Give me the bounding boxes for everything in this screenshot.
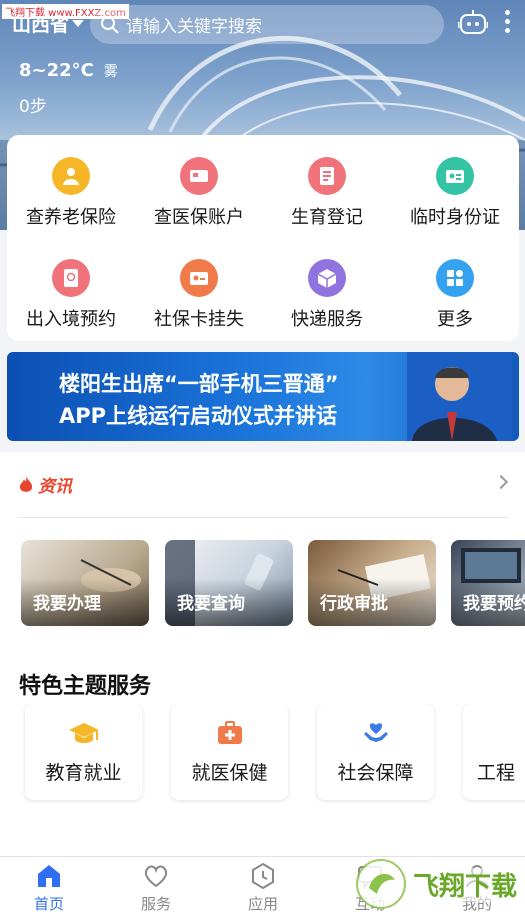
service-birth-registration[interactable]: 生育登记 [263, 157, 391, 229]
theme-engineering[interactable]: 工程 [463, 704, 525, 800]
featured-themes: 教育就业 就医保健 社会保障 工程 [0, 704, 525, 804]
theme-label: 社会保障 [337, 762, 414, 784]
more-menu-icon[interactable] [505, 10, 510, 33]
tile-approval[interactable]: 行政审批 [308, 540, 436, 626]
service-label: 生育登记 [291, 207, 363, 228]
service-card-loss[interactable]: 社保卡挂失 [135, 259, 263, 331]
search-placeholder: 请输入关键字搜索 [126, 17, 262, 37]
tile-appointment[interactable]: 我要预约 [451, 540, 525, 626]
service-label: 快递服务 [291, 309, 363, 330]
social-card-icon [180, 259, 218, 297]
service-temp-id[interactable]: 临时身份证 [391, 157, 519, 229]
graduation-cap-icon [68, 723, 99, 743]
theme-healthcare[interactable]: 就医保健 [171, 704, 288, 800]
clock-hex-icon [252, 863, 274, 889]
tab-label: 应用 [247, 895, 278, 913]
step-count: 0步 [19, 97, 47, 117]
quick-services-card: 查养老保险 查医保账户 生育登记 临时身份证 出入境预约 社保卡挂失 快递服务 … [7, 135, 519, 341]
theme-social-security[interactable]: 社会保障 [317, 704, 434, 800]
package-icon [308, 259, 346, 297]
svg-text:飞翔下载: 飞翔下载 [413, 872, 517, 902]
flame-icon [19, 475, 33, 492]
divider [18, 517, 508, 518]
service-medical-account[interactable]: 查医保账户 [135, 157, 263, 229]
tile-label: 行政审批 [320, 594, 388, 614]
speaker-photo [407, 352, 512, 441]
banner-headline-line2: APP上线运行启动仪式并讲话 [59, 404, 338, 428]
search-icon [101, 15, 119, 34]
temperature-text: 8~22°C [19, 60, 94, 81]
service-label: 查养老保险 [26, 207, 116, 228]
province-label: 山西省 [12, 14, 70, 36]
passport-icon [52, 259, 90, 297]
document-icon [308, 157, 346, 195]
tab-label: 首页 [33, 895, 64, 913]
heart-icon [144, 865, 168, 888]
grid-icon [436, 259, 474, 297]
home-icon [38, 865, 60, 887]
featured-title: 特色主题服务 [19, 674, 152, 699]
service-label: 出入境预约 [26, 309, 116, 330]
dropdown-arrow-icon [72, 20, 85, 27]
tab-service[interactable]: 服务 [121, 863, 191, 914]
tile-query[interactable]: 我要查询 [165, 540, 293, 626]
service-exit-entry[interactable]: 出入境预约 [7, 259, 135, 331]
theme-education[interactable]: 教育就业 [25, 704, 142, 800]
theme-label: 就医保健 [191, 762, 268, 784]
weather-condition: 雾 [103, 64, 118, 80]
service-express[interactable]: 快递服务 [263, 259, 391, 331]
heart-hands-icon [363, 723, 388, 742]
robot-assistant-icon[interactable] [458, 9, 488, 37]
service-label: 更多 [437, 309, 473, 330]
theme-label: 教育就业 [45, 762, 122, 784]
service-more[interactable]: 更多 [391, 259, 519, 331]
tile-label: 我要查询 [177, 594, 245, 614]
news-header[interactable]: 资讯 [18, 472, 72, 497]
weather-widget: 8~22°C 雾 [19, 60, 118, 81]
service-label: 查医保账户 [154, 207, 244, 228]
service-label: 临时身份证 [410, 207, 500, 228]
chevron-right-icon[interactable] [493, 474, 509, 490]
service-label: 社保卡挂失 [154, 309, 244, 330]
pension-icon [52, 157, 90, 195]
news-banner[interactable]: 楼阳生出席“一部手机三晋通” APP上线运行启动仪式并讲话 [7, 352, 519, 441]
tab-apps[interactable]: 应用 [228, 863, 298, 914]
tab-label: 服务 [140, 895, 171, 913]
news-tiles: 我要办理 我要查询 行政审批 我要预约 [0, 540, 525, 630]
medical-card-icon [180, 157, 218, 195]
news-section: 资讯 我要办理 我要查询 行政审批 我要预约 特色主题服务 教育就业 就医保健 … [0, 452, 525, 917]
search-bar[interactable]: 请输入关键字搜索 [90, 5, 444, 44]
news-title: 资讯 [38, 477, 72, 497]
banner-headline-line1: 楼阳生出席“一部手机三晋通” [59, 372, 339, 396]
tile-label: 我要预约 [463, 594, 525, 614]
id-card-icon [436, 157, 474, 195]
tile-handle[interactable]: 我要办理 [21, 540, 149, 626]
tile-label: 我要办理 [33, 594, 101, 614]
tab-home[interactable]: 首页 [14, 863, 84, 914]
service-pension[interactable]: 查养老保险 [7, 157, 135, 229]
fxxz-logo: 飞翔下载 [356, 859, 521, 909]
province-selector[interactable]: 山西省 [12, 10, 85, 37]
medical-kit-icon [217, 721, 242, 744]
theme-label: 工程 [477, 762, 516, 784]
